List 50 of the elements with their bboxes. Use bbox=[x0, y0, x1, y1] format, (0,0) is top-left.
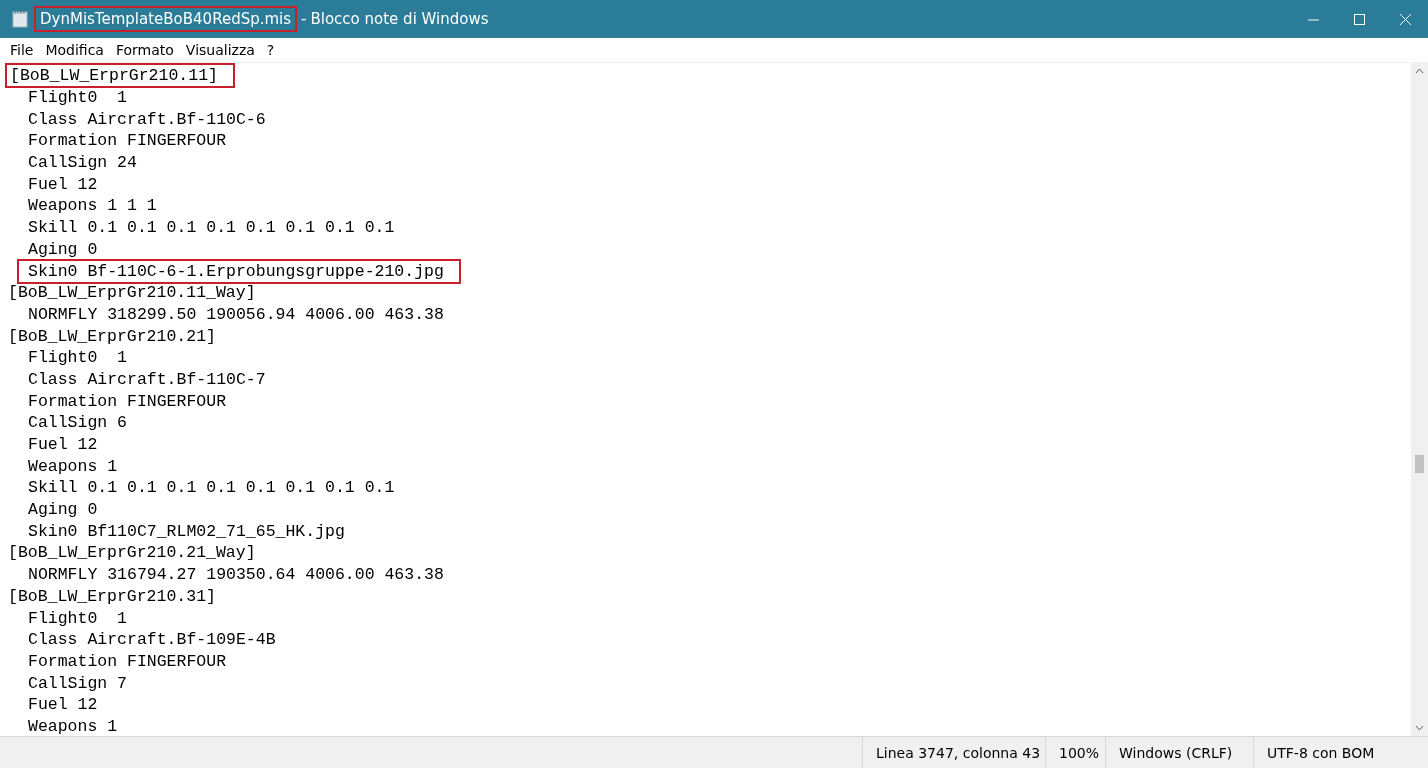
code-line: CallSign 24 bbox=[28, 153, 137, 173]
title-separator: - bbox=[301, 10, 307, 28]
code-line: NORMFLY 318299.50 190056.94 4006.00 463.38 bbox=[28, 304, 444, 324]
code-line: Skin0 Bf-110C-6-1.Erprobungsgruppe-210.jpg bbox=[20, 261, 458, 281]
window-title: Blocco note di Windows bbox=[310, 10, 489, 28]
code-line: Flight0 1 bbox=[28, 88, 128, 108]
code-line: Skill 0.1 0.1 0.1 0.1 0.1 0.1 0.1 0.1 bbox=[28, 478, 395, 498]
code-line: Class Aircraft.Bf-110C-7 bbox=[28, 369, 266, 389]
code-line: Fuel 12 bbox=[28, 695, 98, 715]
code-line: Aging 0 bbox=[28, 500, 98, 520]
menu-item[interactable]: ? bbox=[260, 42, 281, 58]
status-text: 100% bbox=[1045, 737, 1105, 768]
menu-item[interactable]: Modifica bbox=[39, 42, 110, 58]
code-line: Fuel 12 bbox=[28, 435, 98, 455]
code-line: [BoB_LW_ErprGr210.21] bbox=[8, 326, 216, 346]
status-text: UTF-8 con BOM bbox=[1253, 737, 1413, 768]
code-line: Class Aircraft.Bf-109E-4B bbox=[28, 630, 276, 650]
code-line: Skin0 Bf110C7_RLM02_71_65_HK.jpg bbox=[28, 521, 345, 541]
code-line: Weapons 1 1 1 bbox=[28, 196, 157, 216]
code-line: Weapons 1 bbox=[28, 456, 118, 476]
scroll-up-icon[interactable] bbox=[1415, 67, 1424, 76]
code-line: NORMFLY 316794.27 190350.64 4006.00 463.38 bbox=[28, 565, 444, 585]
code-line: [BoB_LW_ErprGr210.21_Way] bbox=[8, 543, 256, 563]
menu-item[interactable]: Formato bbox=[109, 42, 180, 58]
status-text: Windows (CRLF) bbox=[1105, 737, 1253, 768]
menu-item[interactable]: Visualizza bbox=[179, 42, 261, 58]
code-line: Formation FINGERFOUR bbox=[28, 131, 227, 151]
maximize-icon bbox=[1353, 13, 1365, 25]
code-line: Formation FINGERFOUR bbox=[28, 651, 227, 671]
status-text: Linea 3747, colonna 43 bbox=[862, 737, 1045, 768]
code-line: [BoB_LW_ErprGr210.31] bbox=[8, 586, 216, 606]
code-line: Class Aircraft.Bf-110C-6 bbox=[28, 109, 266, 129]
code-line: Flight0 1 bbox=[28, 608, 128, 628]
menu-item[interactable]: File bbox=[4, 42, 40, 58]
code-line: CallSign 7 bbox=[28, 673, 128, 693]
code-line: Fuel 12 bbox=[28, 174, 98, 194]
scrollbar-thumb[interactable] bbox=[1415, 455, 1424, 473]
code-line: CallSign 6 bbox=[28, 413, 128, 433]
code-line: Flight0 1 bbox=[28, 348, 128, 368]
code-line: [BoB_LW_ErprGr210.11] bbox=[8, 66, 232, 86]
scrollbar[interactable] bbox=[1411, 63, 1428, 736]
code-line: Weapons 1 bbox=[28, 716, 118, 736]
code-line: Skill 0.1 0.1 0.1 0.1 0.1 0.1 0.1 0.1 bbox=[28, 218, 395, 238]
notepad-icon bbox=[12, 10, 28, 28]
code-line: Aging 0 bbox=[28, 239, 98, 259]
scroll-down-icon[interactable] bbox=[1415, 723, 1424, 732]
code-line: [BoB_LW_ErprGr210.11_Way] bbox=[8, 283, 256, 303]
close-icon bbox=[1399, 13, 1411, 25]
file-name: DynMisTemplateBoB40RedSp.mis bbox=[34, 6, 298, 32]
code-line: Formation FINGERFOUR bbox=[28, 391, 227, 411]
